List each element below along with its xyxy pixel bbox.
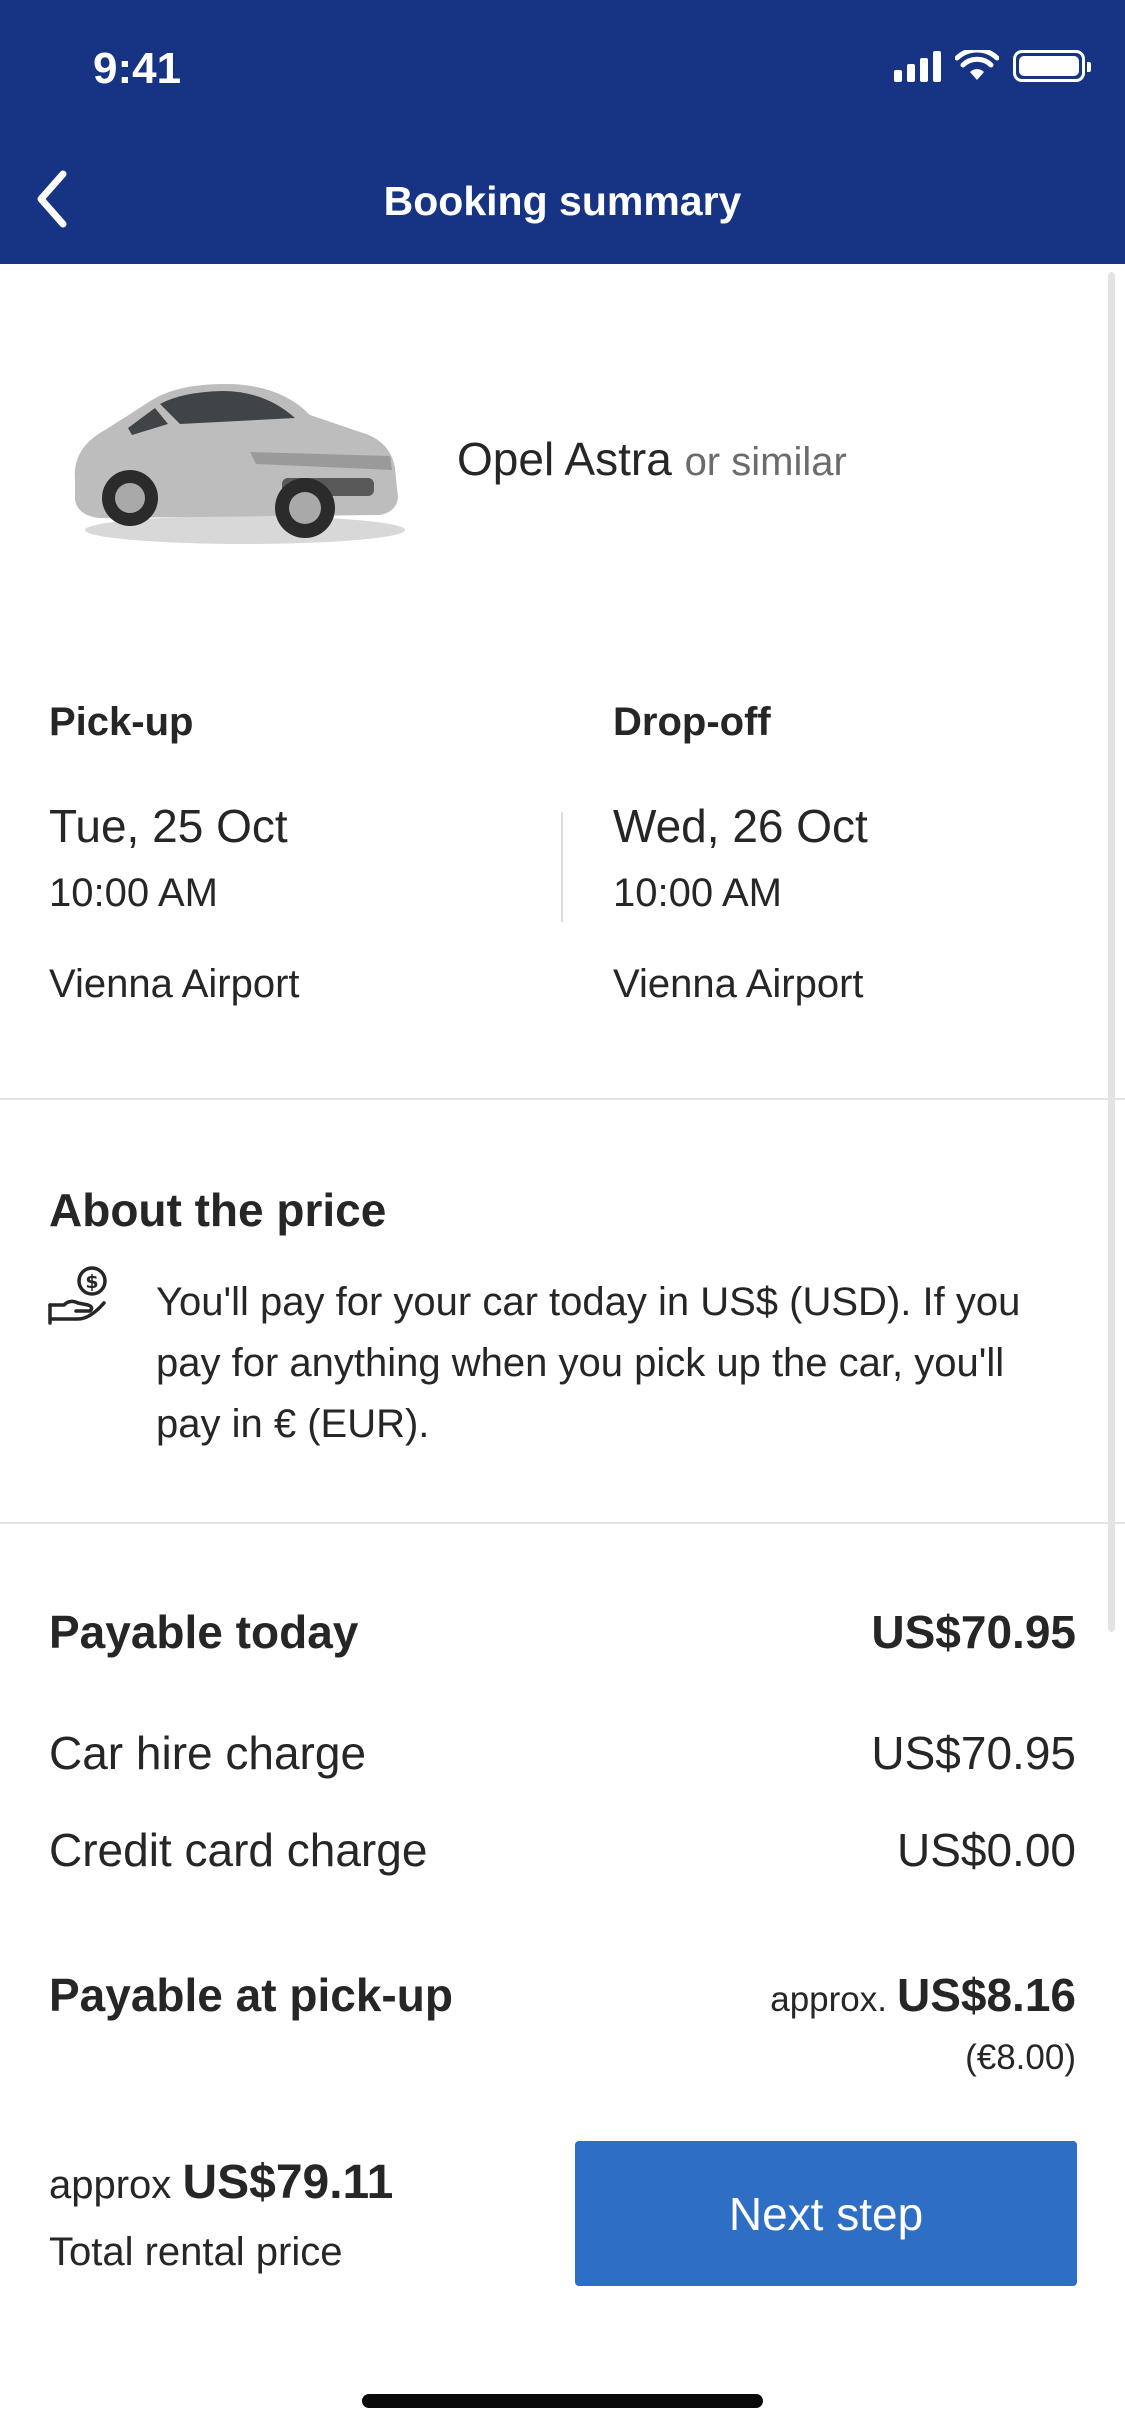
payable-today-label: Payable today [49,1606,359,1658]
car-hire-charge-value: US$70.95 [871,1727,1076,1779]
dropoff-time: 10:00 AM [613,871,783,915]
pickup-date: Tue, 25 Oct [49,800,288,852]
dropoff-date: Wed, 26 Oct [613,800,868,852]
credit-card-charge-label: Credit card charge [49,1824,428,1876]
cellular-signal-icon [894,50,941,82]
about-price-title: About the price [49,1184,387,1236]
status-time: 9:41 [93,44,182,93]
total-price: approx US$79.11 [49,2155,393,2210]
car-hire-charge-label: Car hire charge [49,1727,367,1779]
home-indicator[interactable] [362,2394,763,2408]
scrollbar[interactable] [1108,272,1115,1632]
section-divider [0,1522,1125,1524]
price-line-item: Credit card charge US$0.00 [49,1823,1076,1877]
car-model: Opel Astra [457,433,672,485]
approx-label: approx. [770,1980,887,2019]
wifi-icon [955,50,999,80]
car-name: Opel Astra or similar [457,432,847,486]
credit-card-charge-value: US$0.00 [896,1824,1076,1876]
pickup-location: Vienna Airport [49,962,300,1006]
dropoff-section: Drop-off Wed, 26 Oct 10:00 AM Vienna Air… [613,700,1093,1007]
payable-at-pickup-amount: US$8.16 [896,1969,1076,2021]
payable-at-pickup-row: Payable at pick-up approx. US$8.16 [49,1968,1076,2022]
svg-text:$: $ [85,1271,98,1293]
next-step-button[interactable]: Next step [575,2141,1077,2286]
car-similar-note: or similar [684,440,847,484]
vertical-divider [561,812,563,922]
local-currency-amount: (€8.00) [965,2038,1076,2077]
app-header: 9:41 Booking summary [0,0,1125,264]
price-line-item: Car hire charge US$70.95 [49,1726,1076,1780]
pickup-section: Pick-up Tue, 25 Oct 10:00 AM Vienna Airp… [49,700,529,1007]
payable-at-pickup-label: Payable at pick-up [49,1969,453,2021]
dropoff-location: Vienna Airport [613,962,864,1006]
page-title: Booking summary [383,178,742,224]
hand-money-icon: $ [48,1266,107,1325]
battery-icon [1013,50,1091,82]
payable-today-row: Payable today US$70.95 [49,1605,1076,1659]
payable-at-pickup-value: approx. US$8.16 [770,1968,1076,2022]
total-amount: US$79.11 [182,2156,394,2209]
status-icons [894,50,1091,82]
payable-today-amount: US$70.95 [871,1606,1076,1658]
total-approx-label: approx [49,2163,172,2207]
pickup-time: 10:00 AM [49,871,219,915]
total-price-label: Total rental price [49,2230,343,2274]
section-divider [0,1098,1125,1100]
pickup-title: Pick-up [49,700,194,744]
car-image [74,384,405,544]
dropoff-title: Drop-off [613,700,771,744]
about-price-text: You'll pay for your car today in US$ (US… [156,1280,1021,1446]
